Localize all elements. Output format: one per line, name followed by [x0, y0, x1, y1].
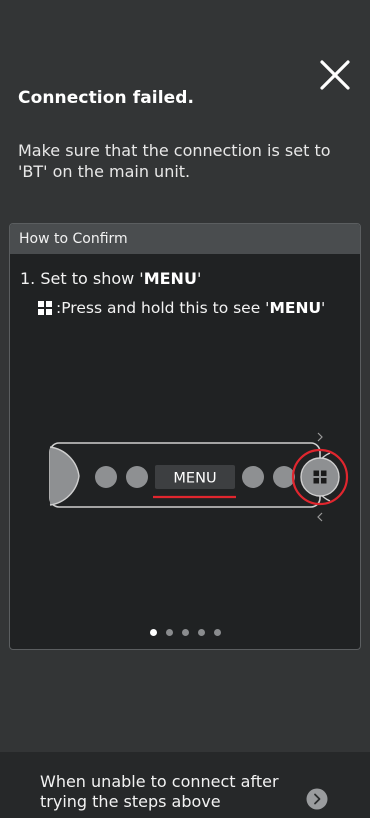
pagination-dots[interactable]	[10, 629, 360, 636]
dialog-title: Connection failed.	[18, 88, 195, 108]
main-unit-illustration: MENU	[49, 432, 349, 522]
chevron-right-icon	[306, 788, 328, 810]
menu-button-knob	[300, 457, 340, 497]
close-icon	[320, 60, 350, 90]
how-to-confirm-panel[interactable]: How to Confirm 1. Set to show 'MENU' :Pr…	[9, 223, 361, 650]
pagination-dot-3[interactable]	[181, 629, 189, 636]
unit-display-text: MENU	[173, 471, 216, 487]
grid-icon	[38, 301, 52, 315]
unit-button-1	[95, 466, 117, 488]
dialog-description: Make sure that the connection is set to …	[18, 141, 331, 181]
unit-button-2	[126, 466, 148, 488]
step-suffix: '	[196, 269, 202, 288]
pagination-dot-2[interactable]	[165, 629, 173, 636]
pagination-dot-4[interactable]	[197, 629, 205, 636]
close-button[interactable]	[316, 56, 354, 94]
unable-to-connect-link[interactable]: When unable to connect after trying the …	[0, 752, 370, 818]
unit-button-3	[242, 466, 264, 488]
panel-header: How to Confirm	[10, 224, 360, 254]
pagination-dot-5[interactable]	[213, 629, 221, 636]
step-prefix: 1. Set to show '	[20, 269, 144, 288]
pagination-dot-1[interactable]	[149, 629, 157, 636]
hint-prefix: :Press and hold this to see '	[56, 299, 270, 317]
step-hint: :Press and hold this to see ' MENU '	[38, 299, 325, 317]
step-instruction: 1. Set to show 'MENU'	[20, 269, 201, 288]
footer-text: When unable to connect after trying the …	[40, 772, 279, 811]
hint-highlight: MENU	[269, 299, 322, 317]
hint-suffix: '	[321, 299, 326, 317]
unit-button-4	[273, 466, 295, 488]
step-highlight: MENU	[143, 269, 197, 288]
